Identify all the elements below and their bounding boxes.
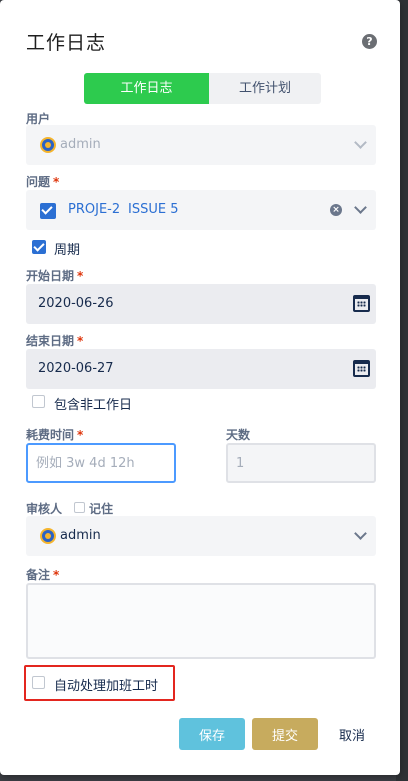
required-mark: * xyxy=(77,334,84,348)
cancel-button[interactable]: 取消 xyxy=(326,718,378,750)
include-non-workdays-label: 包含非工作日 xyxy=(54,398,133,413)
help-icon[interactable]: ? xyxy=(362,34,377,49)
issue-label: 问题 * xyxy=(26,173,59,190)
reviewer-label: 审核人 xyxy=(26,500,62,517)
clear-icon[interactable]: × xyxy=(330,204,342,216)
save-button[interactable]: 保存 xyxy=(179,718,245,750)
chevron-down-icon[interactable] xyxy=(354,527,367,540)
end-date-label-text: 结束日期 xyxy=(26,334,75,348)
start-date-value: 2020-06-26 xyxy=(38,296,114,311)
time-spent-input[interactable] xyxy=(26,443,176,483)
chevron-down-icon xyxy=(354,136,367,149)
include-non-workdays-checkbox[interactable] xyxy=(32,395,45,408)
start-date-label: 开始日期 * xyxy=(26,267,83,284)
days-label: 天数 xyxy=(226,426,250,443)
reviewer-select-value: admin xyxy=(60,528,101,543)
reviewer-select[interactable]: admin xyxy=(26,516,376,556)
user-select[interactable]: admin xyxy=(26,125,376,165)
required-mark: * xyxy=(77,428,84,442)
required-mark: * xyxy=(53,175,60,189)
days-input xyxy=(226,443,376,483)
remark-textarea[interactable] xyxy=(26,583,376,659)
remark-label: 备注 * xyxy=(26,566,59,583)
auto-overtime-checkbox[interactable] xyxy=(32,676,45,689)
calendar-icon[interactable] xyxy=(353,360,370,377)
worklog-dialog: 工作日志 ? 工作日志 工作计划 用户 admin 问题 * PROJE-2 IS… xyxy=(0,0,400,775)
remember-checkbox[interactable] xyxy=(74,502,85,513)
auto-overtime-label: 自动处理加班工时 xyxy=(54,679,159,694)
issue-checkbox[interactable] xyxy=(40,203,56,219)
user-label-text: 用户 xyxy=(26,112,51,126)
end-date-value: 2020-06-27 xyxy=(38,361,114,376)
tab-worklog[interactable]: 工作日志 xyxy=(84,73,209,104)
dialog-title: 工作日志 xyxy=(26,32,107,54)
start-date-label-text: 开始日期 xyxy=(26,269,75,283)
period-label: 周期 xyxy=(54,243,81,258)
tab-bar: 工作日志 工作计划 xyxy=(84,73,321,104)
user-avatar-icon xyxy=(40,137,56,153)
end-date-label: 结束日期 * xyxy=(26,332,83,349)
remember-label: 记住 xyxy=(89,502,114,516)
time-spent-label: 耗费时间 * xyxy=(26,426,83,443)
start-date-field[interactable]: 2020-06-26 xyxy=(26,284,376,324)
user-select-value: admin xyxy=(60,137,101,152)
calendar-icon[interactable] xyxy=(353,295,370,312)
chevron-down-icon[interactable] xyxy=(354,201,367,214)
time-spent-label-text: 耗费时间 xyxy=(26,428,75,442)
issue-label-text: 问题 xyxy=(26,175,51,189)
remark-label-text: 备注 xyxy=(26,568,51,582)
days-label-text: 天数 xyxy=(226,428,251,442)
reviewer-label-text: 审核人 xyxy=(26,502,63,516)
end-date-field[interactable]: 2020-06-27 xyxy=(26,349,376,389)
issue-key[interactable]: PROJE-2 xyxy=(68,202,120,217)
required-mark: * xyxy=(53,568,60,582)
issue-select[interactable]: PROJE-2 ISSUE 5 × xyxy=(26,190,376,230)
required-mark: * xyxy=(77,269,84,283)
period-checkbox[interactable] xyxy=(32,240,46,254)
reviewer-avatar-icon xyxy=(40,528,56,544)
submit-button[interactable]: 提交 xyxy=(252,718,318,750)
tab-workplan[interactable]: 工作计划 xyxy=(209,73,321,104)
issue-summary[interactable]: ISSUE 5 xyxy=(128,202,178,217)
